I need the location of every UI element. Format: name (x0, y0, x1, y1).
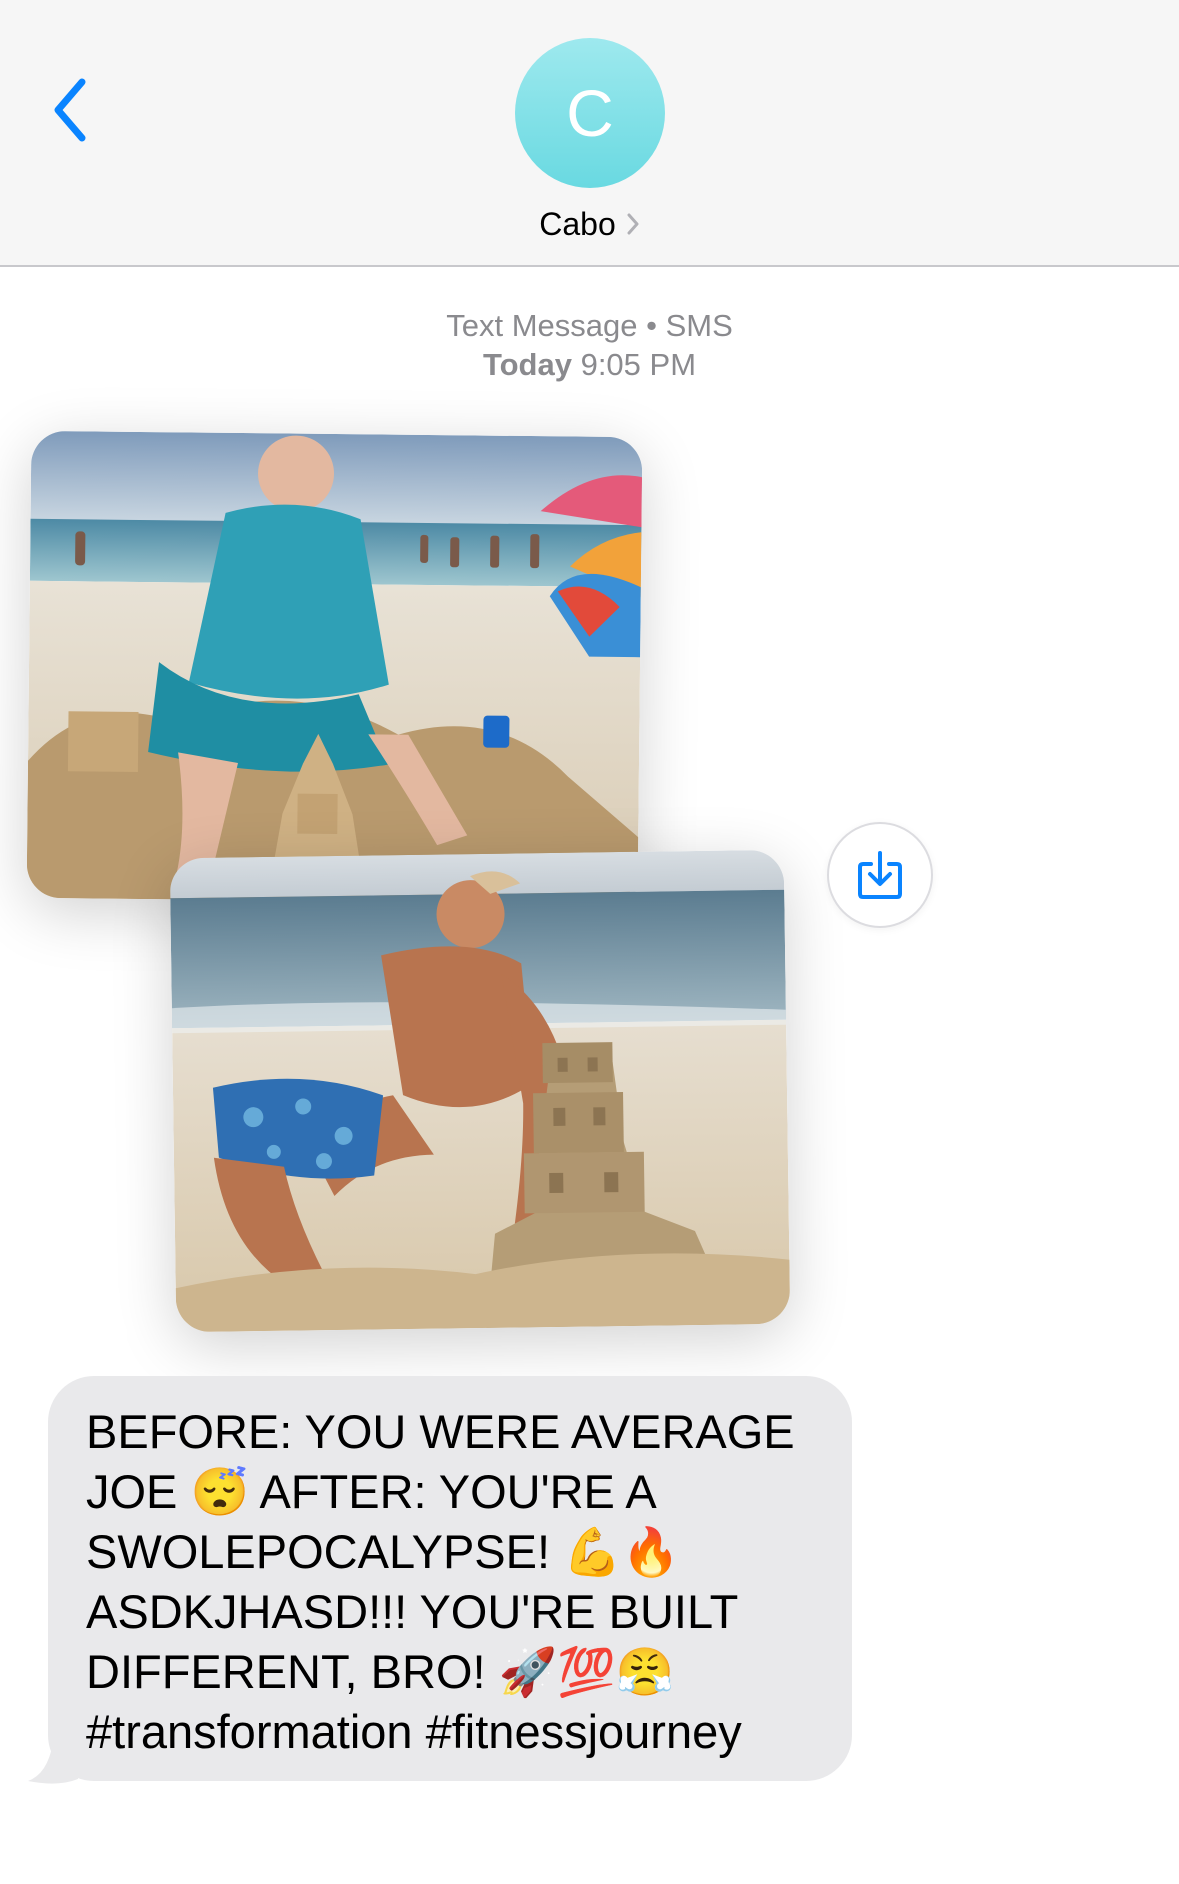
save-photos-button[interactable] (827, 822, 933, 928)
avatar-initial: C (566, 76, 614, 150)
save-to-photos-icon (858, 851, 902, 899)
thread-timestamp: Text Message • SMS Today 9:05 PM (0, 306, 1179, 384)
chevron-right-icon (627, 213, 639, 235)
contact-name: Cabo (539, 205, 616, 242)
contact-name-button[interactable]: Cabo (0, 203, 1179, 245)
conversation-header: C Cabo (0, 0, 1179, 267)
photo-attachment-after[interactable] (169, 849, 791, 1333)
message-text: BEFORE: YOU WERE AVERAGE JOE 😴 AFTER: YO… (86, 1405, 808, 1758)
day-label: Today (482, 347, 572, 382)
contact-avatar[interactable]: C (515, 38, 665, 188)
chevron-left-icon (54, 78, 86, 142)
photo-attachment-before[interactable] (26, 430, 643, 905)
back-button[interactable] (40, 70, 100, 150)
incoming-message-bubble[interactable]: BEFORE: YOU WERE AVERAGE JOE 😴 AFTER: YO… (48, 1376, 852, 1781)
beach-photo-before (26, 430, 643, 905)
time-label: 9:05 PM (580, 347, 697, 382)
service-label: Text Message • SMS (446, 308, 733, 343)
beach-photo-after (169, 849, 791, 1333)
